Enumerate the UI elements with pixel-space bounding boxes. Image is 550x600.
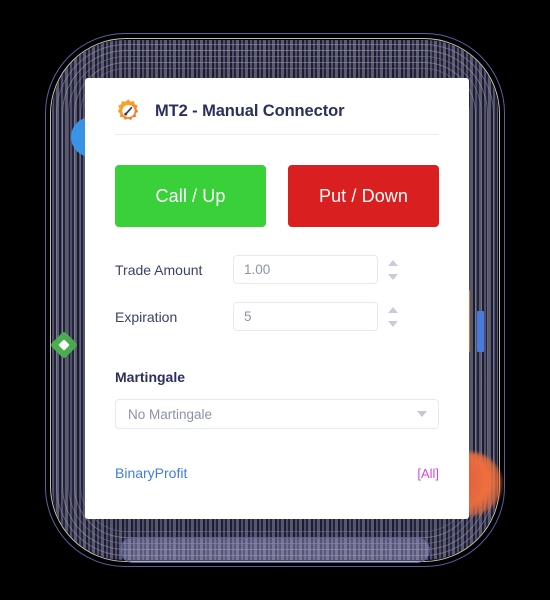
stepper-down-icon[interactable]: [388, 273, 398, 280]
trade-amount-input[interactable]: [233, 255, 378, 284]
trade-amount-stepper[interactable]: [388, 259, 398, 280]
trade-amount-label: Trade Amount: [115, 261, 203, 278]
pill-decoration: [120, 537, 430, 563]
binaryprofit-link[interactable]: BinaryProfit: [115, 465, 187, 481]
green-diamond-icon: [49, 330, 79, 360]
trade-amount-input-wrap: [233, 255, 398, 284]
manual-connector-card: MT2 - Manual Connector Call / Up Put / D…: [85, 78, 469, 519]
call-up-button[interactable]: Call / Up: [115, 165, 266, 227]
martingale-selected-value: No Martingale: [128, 406, 213, 422]
expiration-label: Expiration: [115, 308, 178, 325]
stepper-up-icon[interactable]: [388, 306, 398, 313]
martingale-select-wrap: No Martingale: [115, 399, 439, 429]
stepper-up-icon[interactable]: [388, 259, 398, 266]
stepper-down-icon[interactable]: [388, 320, 398, 327]
page-title: MT2 - Manual Connector: [155, 101, 345, 120]
expiration-input-wrap: [233, 302, 398, 331]
trade-direction-buttons: Call / Up Put / Down: [115, 165, 439, 227]
martingale-select[interactable]: No Martingale: [115, 399, 439, 429]
card-header: MT2 - Manual Connector: [115, 78, 439, 132]
expiration-row: Expiration: [115, 302, 439, 331]
expiration-input[interactable]: [233, 302, 378, 331]
all-link[interactable]: [All]: [417, 466, 439, 481]
card-footer: BinaryProfit [All]: [115, 465, 439, 481]
header-divider: [115, 134, 439, 135]
screenshot-stage: MT2 - Manual Connector Call / Up Put / D…: [0, 0, 550, 600]
trade-amount-row: Trade Amount: [115, 255, 439, 284]
chart-bar: [477, 311, 484, 352]
put-down-button[interactable]: Put / Down: [288, 165, 439, 227]
gear-gauge-icon: [115, 98, 142, 125]
expiration-stepper[interactable]: [388, 306, 398, 327]
martingale-label: Martingale: [115, 369, 186, 385]
